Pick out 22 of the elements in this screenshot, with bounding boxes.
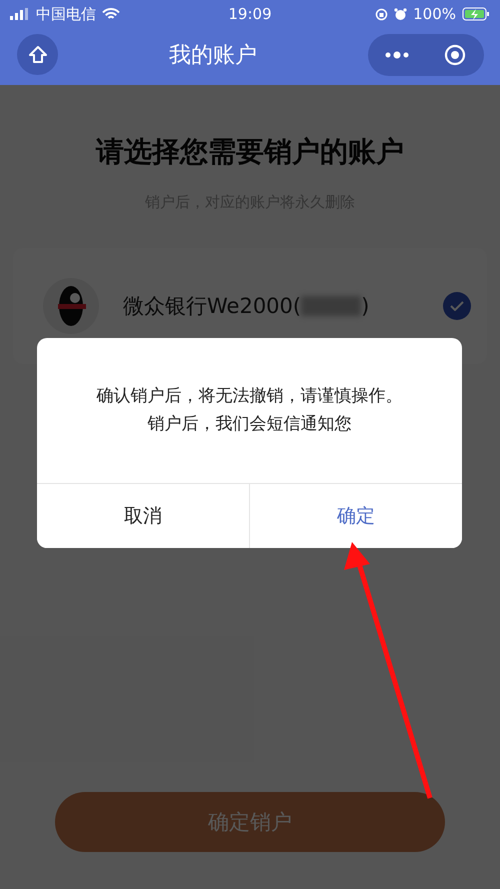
account-name-end: ) [361,294,370,318]
carrier-name: 中国电信 [36,4,96,24]
blurred-redaction [301,296,362,316]
confirm-button[interactable]: 确定 [249,484,462,548]
selected-check[interactable] [443,292,471,320]
wifi-icon [102,8,120,20]
signal-icon [10,8,30,20]
page-title: 我的账户 [169,42,257,70]
penguin-icon [56,284,86,328]
home-button[interactable] [17,34,58,75]
dialog-message: 确认销户后，将无法撤销，请谨慎操作。 销户后，我们会短信通知您 [96,385,404,436]
battery-charging-icon [462,7,490,21]
home-icon [28,44,48,64]
alarm-icon [394,8,408,20]
more-dots-icon [385,50,409,58]
heading: 请选择您需要销户的账户 [96,134,404,170]
rotation-lock-icon [375,8,388,20]
battery-percent: 100% [413,5,456,23]
check-icon [450,301,464,311]
target-circle-icon [444,44,466,66]
account-name: 微众银行We2000( [123,293,302,320]
clock-time: 19:09 [228,5,272,23]
